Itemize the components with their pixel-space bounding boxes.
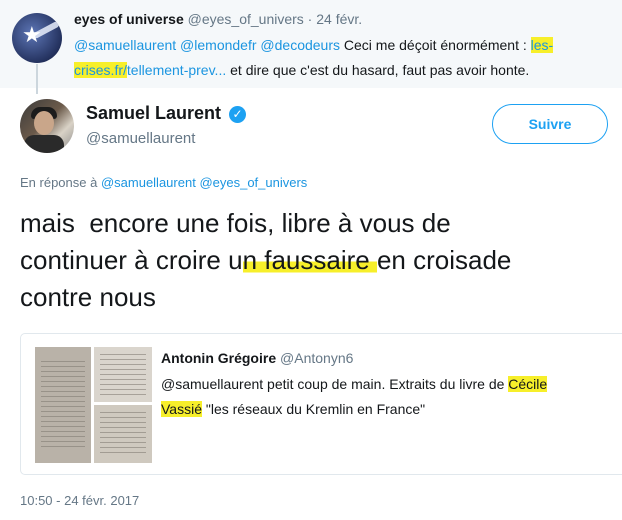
quoted-tweet-media[interactable] (35, 347, 152, 463)
avatar[interactable]: ★ (12, 13, 62, 63)
highlighted-text: Cécile (508, 376, 548, 392)
tweet-timestamp[interactable]: 10:50 - 24 févr. 2017 (20, 493, 139, 508)
verified-badge-icon: ✓ (229, 106, 247, 123)
quoted-tweet-header: Antonin Grégoire @Antonyn6 (161, 350, 353, 366)
tweet-text-segment: Ceci me déçoit énormément : (340, 37, 531, 53)
avatar-shirt (24, 135, 64, 153)
reply-prefix: En réponse à (20, 175, 101, 190)
mention-link[interactable]: @lemondefr (180, 37, 256, 53)
parent-tweet-header: eyes of universe @eyes_of_univers · 24 f… (74, 11, 362, 27)
separator: · (303, 11, 317, 27)
url-link-highlighted[interactable]: crises.fr/ (74, 62, 127, 78)
quoted-tweet-card[interactable]: Antonin Grégoire @Antonyn6 @samuellauren… (20, 333, 622, 475)
book-page-photo[interactable] (94, 347, 152, 402)
author-name-text[interactable]: Samuel Laurent (86, 103, 221, 123)
quoted-author-handle: @Antonyn6 (280, 350, 354, 366)
author-name[interactable]: Samuel Laurent ✓ (86, 103, 247, 124)
mention-link[interactable]: @samuellaurent (101, 175, 196, 190)
book-page-photo[interactable] (94, 405, 152, 463)
avatar[interactable] (20, 99, 74, 153)
parent-tweet-date[interactable]: 24 févr. (316, 11, 362, 27)
tweet-text-segment: petit coup de main. Extraits du livre de (263, 376, 509, 392)
parent-tweet[interactable]: ★ eyes of universe @eyes_of_univers · 24… (0, 0, 622, 88)
tweet-text: mais encore une fois, libre à vous de co… (20, 205, 615, 316)
tweet-text-segment: et dire que c'est du hasard, faut pas av… (226, 62, 530, 78)
mention-link[interactable]: @decodeurs (260, 37, 340, 53)
star-icon: ★ (22, 22, 42, 47)
thread-connector-line (36, 64, 38, 94)
quoted-tweet-text: @samuellaurent petit coup de main. Extra… (161, 372, 611, 422)
author-handle[interactable]: @samuellaurent (86, 130, 195, 147)
mention-link[interactable]: @eyes_of_univers (199, 175, 307, 190)
parent-author-handle[interactable]: @eyes_of_univers (188, 11, 304, 27)
tweet-text-segment: "les réseaux du Kremlin en France" (201, 401, 426, 417)
follow-button[interactable]: Suivre (492, 104, 608, 144)
book-page-photo[interactable] (35, 347, 91, 463)
reply-context: En réponse à @samuellaurent @eyes_of_uni… (20, 175, 307, 190)
highlighted-text: n faussaire (242, 245, 377, 275)
url-link-highlighted[interactable]: les- (530, 37, 554, 53)
url-link[interactable]: tellement-prev... (127, 62, 226, 78)
highlighted-text: Vassié (161, 401, 202, 417)
mention: @samuellaurent (161, 376, 264, 392)
mention-link[interactable]: @samuellaurent (74, 37, 176, 53)
parent-author-name[interactable]: eyes of universe (74, 11, 184, 27)
quoted-author-name: Antonin Grégoire (161, 350, 277, 366)
parent-tweet-text: @samuellaurent @lemondefr @decodeurs Cec… (74, 33, 614, 83)
avatar-face (34, 111, 54, 135)
